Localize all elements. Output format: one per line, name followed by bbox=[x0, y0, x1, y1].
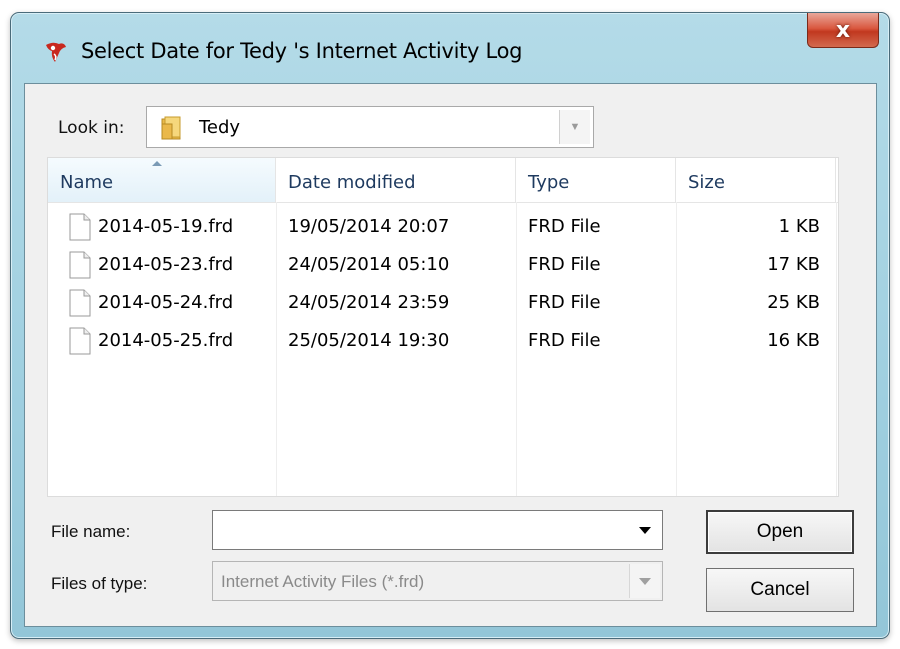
file-name-dropdown-button[interactable] bbox=[630, 513, 660, 547]
open-button[interactable]: Open bbox=[706, 510, 854, 554]
look-in-label: Look in: bbox=[58, 118, 125, 138]
app-logo-icon bbox=[46, 42, 66, 62]
file-name-label: File name: bbox=[51, 522, 131, 541]
file-name-input[interactable] bbox=[212, 510, 663, 550]
column-header-size[interactable]: Size bbox=[676, 158, 836, 202]
look-in-value: Tedy bbox=[199, 117, 241, 138]
file-type-label: Files of type: bbox=[51, 574, 148, 593]
window-title: Select Date for Tedy 's Internet Activit… bbox=[81, 39, 523, 63]
file-type: FRD File bbox=[528, 330, 601, 351]
file-size: 25 KB bbox=[767, 292, 820, 313]
file-name: 2014-05-19.frd bbox=[98, 216, 234, 237]
file-name: 2014-05-25.frd bbox=[98, 330, 234, 351]
list-item[interactable]: 2014-05-23.frd 24/05/2014 05:10 FRD File… bbox=[48, 246, 838, 284]
column-header-date[interactable]: Date modified bbox=[276, 158, 516, 202]
file-icon bbox=[69, 251, 91, 279]
file-date: 25/05/2014 19:30 bbox=[288, 330, 450, 351]
list-header: Name Date modified Type Size bbox=[48, 158, 838, 203]
look-in-dropdown[interactable]: Tedy ▼ bbox=[146, 106, 594, 148]
file-date: 24/05/2014 05:10 bbox=[288, 254, 450, 275]
file-icon bbox=[69, 213, 91, 241]
file-date: 24/05/2014 23:59 bbox=[288, 292, 450, 313]
file-icon bbox=[69, 289, 91, 317]
close-icon: x bbox=[835, 17, 851, 43]
file-date: 19/05/2014 20:07 bbox=[288, 216, 450, 237]
column-header-type[interactable]: Type bbox=[516, 158, 676, 202]
close-button[interactable]: x bbox=[807, 13, 879, 48]
list-item[interactable]: 2014-05-19.frd 19/05/2014 20:07 FRD File… bbox=[48, 208, 838, 246]
file-type-value: Internet Activity Files (*.frd) bbox=[221, 572, 425, 591]
file-icon bbox=[69, 327, 91, 355]
file-type: FRD File bbox=[528, 216, 601, 237]
dialog-body: Look in: Tedy ▼ Name Date modified Type … bbox=[24, 83, 877, 627]
dialog-window: Select Date for Tedy 's Internet Activit… bbox=[10, 12, 890, 639]
file-type: FRD File bbox=[528, 254, 601, 275]
chevron-down-icon bbox=[639, 526, 651, 534]
file-type-dropdown[interactable]: Internet Activity Files (*.frd) bbox=[212, 561, 663, 601]
file-name: 2014-05-24.frd bbox=[98, 292, 234, 313]
file-list[interactable]: Name Date modified Type Size 2014-05-19.… bbox=[47, 157, 839, 497]
list-item[interactable]: 2014-05-25.frd 25/05/2014 19:30 FRD File… bbox=[48, 322, 838, 360]
file-size: 17 KB bbox=[767, 254, 820, 275]
cancel-button[interactable]: Cancel bbox=[706, 568, 854, 612]
file-type-dropdown-button[interactable] bbox=[629, 564, 660, 598]
file-name: 2014-05-23.frd bbox=[98, 254, 234, 275]
folder-icon bbox=[161, 116, 181, 140]
chevron-down-icon[interactable]: ▼ bbox=[559, 110, 590, 144]
sort-ascending-icon bbox=[152, 161, 162, 166]
chevron-down-icon bbox=[639, 577, 651, 585]
file-type: FRD File bbox=[528, 292, 601, 313]
list-item[interactable]: 2014-05-24.frd 24/05/2014 23:59 FRD File… bbox=[48, 284, 838, 322]
file-size: 1 KB bbox=[778, 216, 820, 237]
column-header-name[interactable]: Name bbox=[48, 158, 276, 202]
title-bar[interactable]: Select Date for Tedy 's Internet Activit… bbox=[11, 13, 889, 93]
file-size: 16 KB bbox=[767, 330, 820, 351]
